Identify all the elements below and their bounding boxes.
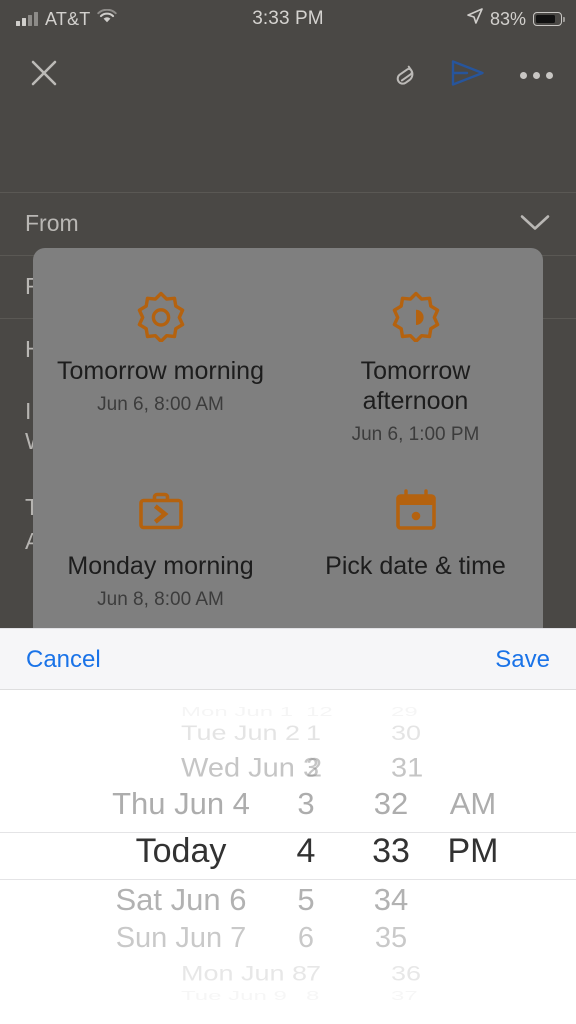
picker-hour-cell[interactable]: 7 (306, 961, 321, 986)
picker-date-cell[interactable]: Sun Jun 7 (116, 922, 247, 955)
picker-hour-selected[interactable]: 4 (297, 832, 316, 871)
picker-hour-cell[interactable]: 6 (298, 922, 314, 955)
cancel-button[interactable]: Cancel (26, 629, 101, 690)
picker-minute-cell[interactable]: 36 (391, 961, 421, 986)
send-button[interactable] (444, 44, 492, 106)
option-title: Tomorrow afternoon (360, 357, 471, 415)
attach-button[interactable] (380, 44, 428, 106)
picker-sheet-toolbar: Cancel Save (0, 628, 576, 690)
send-icon (451, 58, 485, 93)
picker-hour-cell[interactable]: 2 (306, 753, 322, 784)
briefcase-arrow-icon (135, 485, 187, 537)
picker-date-cell[interactable]: Wed Jun 3 (181, 753, 319, 784)
option-subtitle: Jun 8, 8:00 AM (97, 589, 224, 610)
more-options-button[interactable] (512, 44, 560, 106)
option-title: Pick date & time (325, 552, 506, 580)
picker-date-cell[interactable]: Sat Jun 6 (116, 882, 247, 918)
picker-date-cell[interactable]: Tue Jun 9 (181, 988, 287, 1003)
picker-row: Tue Jun 9 8 37 (0, 690, 576, 1003)
compose-toolbar (0, 44, 576, 106)
picker-hour-cell[interactable]: 5 (297, 882, 314, 918)
status-bar-right: 83% (467, 0, 565, 38)
from-field[interactable]: From (0, 192, 576, 254)
option-title: Monday morning (67, 552, 254, 580)
location-arrow-icon (467, 8, 483, 30)
picker-period-selected[interactable]: PM (448, 832, 499, 871)
option-tomorrow-afternoon[interactable]: Tomorrow afternoon Jun 6, 1:00 PM (288, 248, 543, 447)
option-subtitle: Jun 6, 8:00 AM (97, 394, 224, 415)
paperclip-icon (388, 57, 420, 94)
picker-hour-cell[interactable]: 8 (306, 988, 319, 1003)
half-sun-icon (390, 290, 442, 342)
sun-icon (135, 290, 187, 342)
overflow-menu-icon (519, 71, 553, 79)
battery-percent-label: 83% (489, 8, 526, 29)
schedule-send-dialog: Tomorrow morning Jun 6, 8:00 AM Tomorrow… (33, 248, 543, 628)
picker-minute-cell[interactable]: 34 (374, 882, 408, 918)
from-label: From (25, 210, 79, 236)
picker-date-selected[interactable]: Today (136, 832, 227, 871)
picker-minute-cell[interactable]: 37 (391, 988, 418, 1003)
close-button[interactable] (20, 44, 68, 106)
picker-minute-cell[interactable]: 32 (374, 786, 408, 822)
picker-period-cell[interactable]: AM (450, 786, 497, 822)
option-title: Tomorrow morning (56, 357, 264, 385)
option-tomorrow-morning[interactable]: Tomorrow morning Jun 6, 8:00 AM (33, 248, 288, 447)
schedule-options-grid: Tomorrow morning Jun 6, 8:00 AM Tomorrow… (33, 248, 543, 612)
option-subtitle: Jun 6, 1:00 PM (351, 424, 480, 445)
picker-date-cell[interactable]: Thu Jun 4 (112, 786, 250, 822)
option-monday-morning[interactable]: Monday morning Jun 8, 8:00 AM (33, 447, 288, 612)
phone-screen: AT&T 3:33 PM 83% From I Tomorrow morning… (0, 0, 576, 1024)
close-icon (29, 58, 59, 93)
picker-hour-cell[interactable]: 3 (297, 786, 314, 822)
datetime-picker[interactable]: Mon Jun 1 12 29 Tue Jun 2 1 30 Wed Jun 3… (0, 690, 576, 1024)
calendar-dot-icon (390, 485, 442, 537)
status-bar: AT&T 3:33 PM 83% (0, 0, 576, 38)
option-pick-date-time[interactable]: Pick date & time (288, 447, 543, 612)
picker-minute-cell[interactable]: 35 (375, 922, 407, 955)
body-line-1: I (25, 398, 32, 424)
picker-minute-selected[interactable]: 33 (372, 832, 410, 871)
save-button[interactable]: Save (495, 629, 550, 690)
battery-icon (533, 12, 565, 26)
picker-date-cell[interactable]: Mon Jun 8 (181, 961, 307, 986)
picker-minute-cell[interactable]: 31 (391, 753, 423, 784)
chevron-down-icon[interactable] (520, 210, 550, 237)
